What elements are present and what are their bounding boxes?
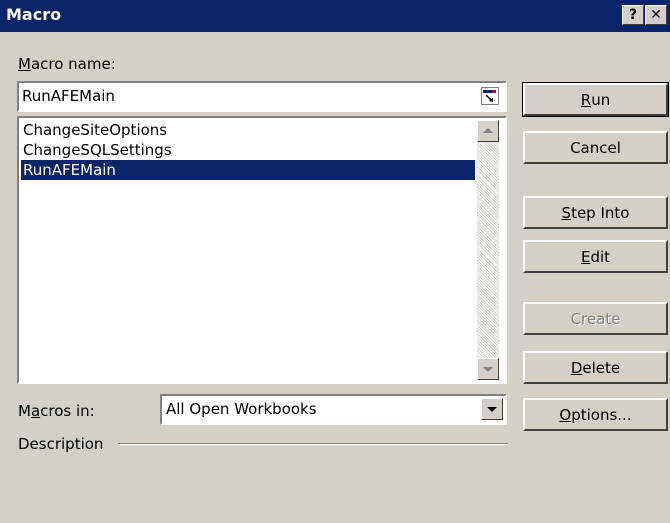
scrollbar-track[interactable] [477, 120, 499, 378]
help-icon: ? [628, 7, 638, 23]
options-button[interactable]: Options... [523, 398, 668, 431]
arrow-down-icon [483, 367, 493, 372]
run-button[interactable]: Run [522, 82, 669, 117]
list-item[interactable]: ChangeSQLSettings [21, 140, 475, 160]
macro-dialog: Macro ? ✕ Macro name: RunAFEMain ChangeS… [0, 0, 670, 523]
description-label: Description [18, 435, 104, 453]
scroll-up-button[interactable] [477, 120, 499, 142]
description-divider [118, 443, 508, 445]
cancel-button[interactable]: Cancel [523, 131, 668, 164]
collapse-dialog-icon[interactable] [481, 87, 499, 105]
list-item[interactable]: RunAFEMain [21, 160, 475, 180]
macros-in-value: All Open Workbooks [166, 400, 317, 418]
macros-in-select[interactable]: All Open Workbooks [160, 394, 507, 425]
chevron-down-icon [487, 407, 497, 412]
scroll-down-button[interactable] [477, 358, 499, 380]
create-button[interactable]: Create [523, 302, 668, 335]
step-into-button[interactable]: Step Into [523, 196, 668, 229]
window-title: Macro [6, 5, 62, 24]
close-button[interactable]: ✕ [645, 5, 667, 25]
dropdown-button[interactable] [481, 398, 503, 420]
macro-name-input[interactable]: RunAFEMain [17, 81, 507, 112]
macros-in-label: Macros in: [18, 402, 95, 420]
macro-name-value: RunAFEMain [22, 87, 115, 105]
macro-name-label: Macro name: [18, 55, 116, 73]
arrow-up-icon [483, 128, 493, 133]
edit-button[interactable]: Edit [523, 240, 668, 273]
close-icon: ✕ [650, 7, 662, 23]
list-item[interactable]: ChangeSiteOptions [21, 120, 475, 140]
macro-list[interactable]: ChangeSiteOptions ChangeSQLSettings RunA… [17, 116, 507, 384]
title-bar[interactable]: Macro ? ✕ [0, 0, 670, 32]
delete-button[interactable]: Delete [523, 351, 668, 384]
help-button[interactable]: ? [622, 5, 644, 25]
